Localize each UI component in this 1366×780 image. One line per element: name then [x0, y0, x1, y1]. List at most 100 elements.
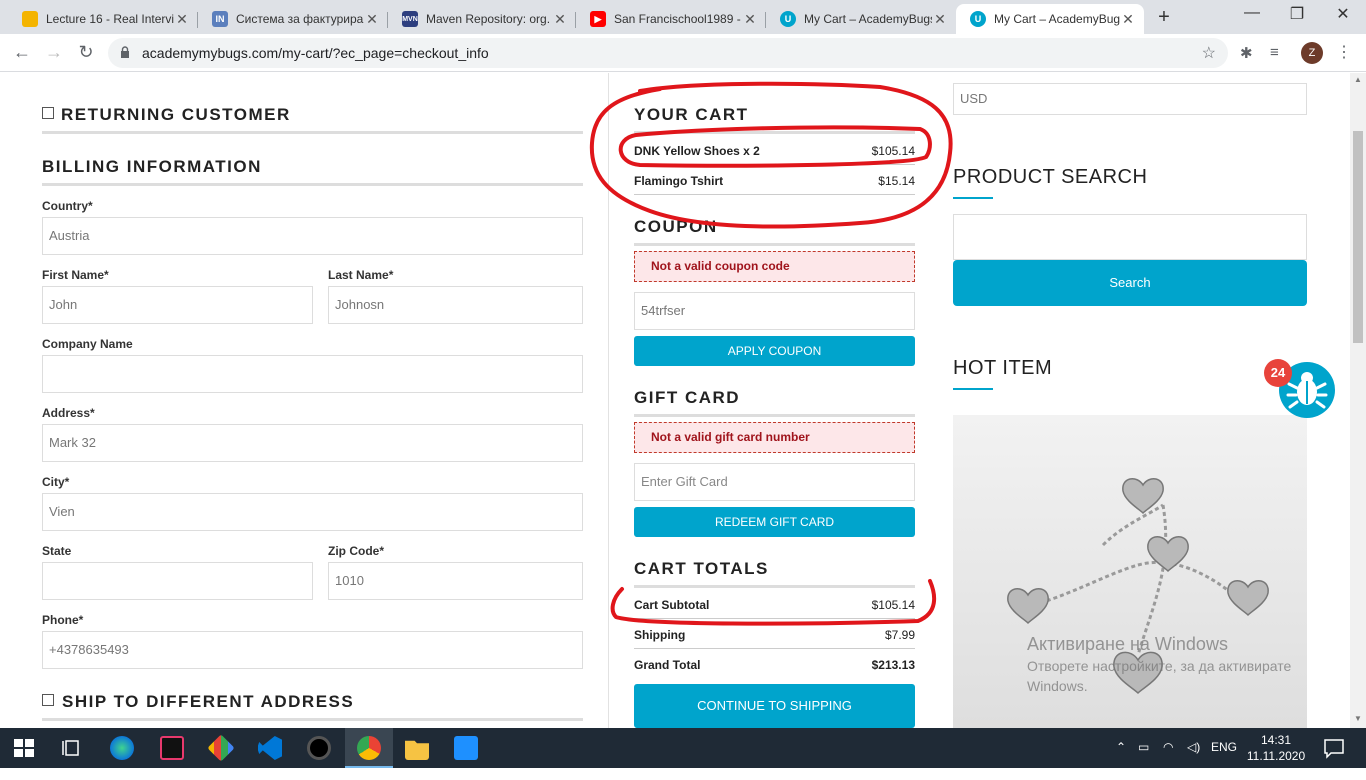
tab-close-icon[interactable]: ✕	[932, 11, 948, 28]
tab-close-icon[interactable]: ✕	[174, 11, 190, 28]
chrome-icon[interactable]	[357, 736, 381, 760]
windows-activation-text: Отворете настройките, за да активирате	[1027, 658, 1292, 674]
browser-menu-icon[interactable]: ⋮	[1336, 42, 1352, 62]
tab-close-icon[interactable]: ✕	[1120, 11, 1136, 28]
clock-time: 14:31	[1260, 733, 1292, 747]
redeem-gift-card-button[interactable]: REDEEM GIFT CARD	[634, 507, 915, 537]
vscode-icon[interactable]	[258, 736, 282, 760]
media-control-icon[interactable]: ≡	[1270, 44, 1279, 61]
search-button[interactable]: Search	[953, 260, 1307, 306]
coupon-code-field[interactable]: 54trfser	[634, 292, 915, 330]
system-clock[interactable]: 14:31 11.11.2020 г.	[1244, 732, 1308, 780]
address-field[interactable]: Mark 32	[42, 424, 583, 462]
heading-underline	[953, 388, 993, 390]
wifi-icon[interactable]: ◠	[1163, 740, 1173, 754]
bookmark-star-icon[interactable]: ☆	[1202, 43, 1216, 63]
hot-item-image[interactable]	[953, 415, 1307, 728]
row-divider	[634, 648, 915, 649]
continue-to-shipping-button[interactable]: CONTINUE TO SHIPPING	[634, 684, 915, 728]
task-view-icon[interactable]	[60, 736, 84, 760]
state-field[interactable]	[42, 562, 313, 600]
scroll-thumb[interactable]	[1353, 131, 1363, 343]
divider	[42, 183, 583, 186]
totals-value: $105.14	[871, 598, 915, 612]
tray-chevron-icon[interactable]: ⌃	[1116, 740, 1126, 754]
cart-item-price: $105.14	[871, 144, 915, 158]
divider	[634, 243, 915, 246]
zip-field[interactable]: 1010	[328, 562, 583, 600]
media-player-icon[interactable]	[454, 736, 478, 760]
product-search-input[interactable]	[953, 214, 1307, 260]
totals-label: Grand Total	[634, 658, 701, 672]
page-scrollbar[interactable]: ▲ ▼	[1350, 73, 1366, 728]
browser-tab[interactable]: IN Система за фактуриране ✕	[198, 4, 388, 34]
google-drive-icon	[22, 11, 38, 27]
first-name-label: First Name*	[42, 268, 109, 282]
minimize-icon[interactable]: —	[1229, 4, 1275, 22]
heading-underline	[953, 197, 993, 199]
battery-icon[interactable]: ▭	[1138, 740, 1149, 754]
cart-item: DNK Yellow Shoes x 2 $105.14	[634, 144, 915, 158]
address-bar[interactable]: academymybugs.com/my-cart/?ec_page=check…	[108, 38, 1228, 68]
windows-start-icon[interactable]	[12, 736, 36, 760]
browser-tab[interactable]: ▶ San Francischool1989 - ✕	[576, 4, 766, 34]
apply-coupon-button[interactable]: APPLY COUPON	[634, 336, 915, 366]
company-field[interactable]	[42, 355, 583, 393]
browser-tab-active[interactable]: U My Cart – AcademyBugs ✕	[956, 4, 1144, 34]
browser-tab[interactable]: Lecture 16 - Real Intervi ✕	[8, 4, 198, 34]
windows-activation-title: Активиране на Windows	[1027, 634, 1228, 654]
totals-value: $7.99	[884, 628, 915, 642]
maximize-icon[interactable]: ❐	[1274, 4, 1320, 24]
bug-count-badge: 24	[1264, 359, 1292, 387]
browser-tab[interactable]: U My Cart – AcademyBugs ✕	[766, 4, 956, 34]
profile-avatar[interactable]: Z	[1301, 42, 1323, 64]
currency-select[interactable]: USD	[953, 83, 1307, 115]
file-explorer-icon[interactable]	[405, 740, 429, 760]
tab-close-icon[interactable]: ✕	[364, 11, 380, 28]
column-divider	[608, 73, 609, 728]
back-icon[interactable]: ←	[10, 42, 34, 63]
camera-app-icon[interactable]	[307, 736, 331, 760]
phone-field[interactable]: +4378635493	[42, 631, 583, 669]
gift-card-heading: GIFT CARD	[634, 388, 741, 407]
ship-different-checkbox[interactable]	[42, 694, 54, 706]
reload-icon[interactable]: ↻	[74, 42, 98, 63]
state-label: State	[42, 544, 72, 558]
scroll-down-icon[interactable]: ▼	[1354, 714, 1362, 723]
intellij-icon[interactable]	[160, 736, 184, 760]
clock-date: 11.11.2020 г.	[1246, 749, 1306, 779]
browser-tab[interactable]: MVN Maven Repository: org. ✕	[388, 4, 576, 34]
first-name-field[interactable]: John	[42, 286, 313, 324]
tab-close-icon[interactable]: ✕	[742, 11, 758, 28]
tab-close-icon[interactable]: ✕	[552, 11, 568, 28]
country-select[interactable]: Austria	[42, 217, 583, 255]
lock-icon	[121, 46, 129, 58]
youtube-icon: ▶	[590, 11, 606, 27]
forward-icon[interactable]: →	[42, 42, 66, 63]
browser-tab-strip: Lecture 16 - Real Intervi ✕ IN Система з…	[0, 0, 1366, 34]
language-indicator[interactable]: ENG	[1211, 740, 1237, 754]
scroll-up-icon[interactable]: ▲	[1354, 75, 1362, 84]
totals-row-shipping: Shipping $7.99	[634, 628, 915, 642]
returning-customer-heading[interactable]: RETURNING CUSTOMER	[61, 105, 291, 125]
windows-activation-text: Windows.	[1027, 678, 1088, 694]
maven-icon: MVN	[402, 11, 418, 27]
address-label: Address*	[42, 406, 95, 420]
ship-different-heading[interactable]: SHIP TO DIFFERENT ADDRESS	[62, 692, 354, 712]
last-name-field[interactable]: Johnosn	[328, 286, 583, 324]
city-field[interactable]: Vien	[42, 493, 583, 531]
window-close-icon[interactable]: ✕	[1320, 4, 1366, 24]
totals-value: $213.13	[871, 658, 915, 672]
sourcetree-icon[interactable]	[207, 734, 235, 762]
city-label: City*	[42, 475, 70, 489]
notifications-icon[interactable]	[1322, 736, 1346, 760]
edge-icon[interactable]	[110, 736, 134, 760]
volume-icon[interactable]: ◁)	[1187, 740, 1200, 754]
cart-item-name: DNK Yellow Shoes x 2	[634, 144, 760, 158]
totals-label: Cart Subtotal	[634, 598, 710, 612]
gift-card-field[interactable]: Enter Gift Card	[634, 463, 915, 501]
extensions-icon[interactable]: ✱	[1240, 44, 1253, 62]
divider	[634, 585, 915, 588]
new-tab-icon[interactable]: +	[1152, 6, 1176, 29]
returning-customer-checkbox[interactable]	[42, 107, 54, 119]
